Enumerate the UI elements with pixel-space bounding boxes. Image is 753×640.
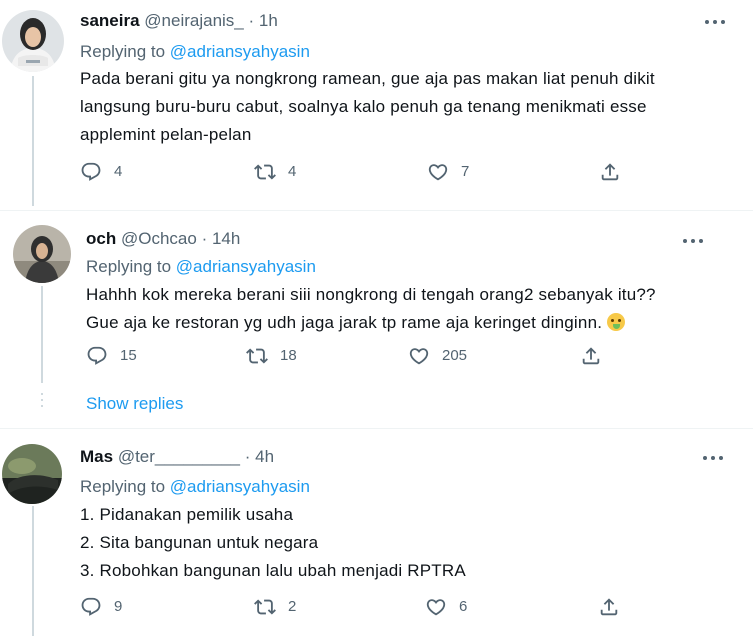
like-button[interactable]: 205 [408, 345, 467, 367]
reply-icon [80, 596, 102, 618]
thread-continuation-dots [41, 393, 43, 411]
like-count: 6 [459, 598, 468, 615]
tweet-text-line: Hahhh kok mereka berani siii nongkrong d… [86, 285, 656, 304]
share-button[interactable] [598, 596, 620, 618]
more-icon[interactable] [683, 237, 707, 245]
timestamp[interactable]: 14h [212, 229, 240, 248]
author-name[interactable]: Mas [80, 447, 113, 466]
mention-link[interactable]: @adriansyahyasin [170, 42, 310, 61]
retweet-count: 4 [288, 163, 297, 180]
retweet-button[interactable]: 2 [254, 596, 296, 618]
separator-dot: · [244, 447, 251, 466]
author-name[interactable]: och [86, 229, 116, 248]
reply-button[interactable]: 15 [86, 345, 137, 367]
author-handle[interactable]: @neirajanis_ [144, 11, 243, 30]
like-button[interactable]: 7 [427, 161, 469, 183]
retweet-icon [254, 161, 276, 183]
reply-button[interactable]: 9 [80, 596, 122, 618]
avatar[interactable] [2, 444, 62, 504]
retweet-count: 2 [288, 598, 297, 615]
author-handle[interactable]: @Ochcao [121, 229, 197, 248]
tweet-text: Pada berani gitu ya nongkrong ramean, gu… [80, 65, 655, 149]
reply-icon [86, 345, 108, 367]
timestamp[interactable]: 4h [255, 447, 274, 466]
retweet-icon [254, 596, 276, 618]
thread-line [32, 506, 34, 636]
tweet-text-line: applemint pelan-pelan [80, 125, 252, 144]
share-button[interactable] [580, 345, 602, 367]
author-handle[interactable]: @ter_________ [118, 447, 240, 466]
drooling-face-emoji [607, 313, 626, 331]
author-name[interactable]: saneira [80, 11, 140, 30]
tweet-text: Hahhh kok mereka berani siii nongkrong d… [86, 281, 656, 337]
avatar[interactable] [13, 225, 71, 283]
more-icon[interactable] [703, 454, 727, 462]
like-button[interactable]: 6 [425, 596, 467, 618]
timestamp[interactable]: 1h [259, 11, 278, 30]
like-count: 7 [461, 163, 470, 180]
separator-dot: · [201, 229, 208, 248]
like-icon [427, 161, 449, 183]
thread-line [41, 286, 43, 383]
reply-icon [80, 161, 102, 183]
mention-link[interactable]: @adriansyahyasin [170, 477, 310, 496]
tweet-text-line: 3. Robohkan bangunan lalu ubah menjadi R… [80, 561, 466, 580]
reply-count: 15 [120, 347, 137, 364]
separator-dot: · [248, 11, 255, 30]
tweet-text-line: 1. Pidanakan pemilik usaha [80, 505, 294, 524]
mention-link[interactable]: @adriansyahyasin [176, 257, 316, 276]
retweet-button[interactable]: 18 [246, 345, 297, 367]
like-count: 205 [442, 347, 468, 364]
reply-count: 4 [114, 163, 123, 180]
reply-button[interactable]: 4 [80, 161, 122, 183]
share-icon [599, 161, 621, 183]
replying-to-label: Replying to [86, 257, 172, 276]
more-icon[interactable] [705, 18, 729, 26]
retweet-button[interactable]: 4 [254, 161, 296, 183]
share-icon [598, 596, 620, 618]
tweet-text-line: Gue aja ke restoran yg udh jaga jarak tp… [86, 313, 603, 332]
tweet-mas[interactable]: Mas @ter_________ · 4h Replying to @adri… [0, 429, 753, 640]
tweet-text: 1. Pidanakan pemilik usaha 2. Sita bangu… [80, 501, 466, 585]
avatar[interactable] [2, 10, 64, 72]
thread-line [32, 76, 34, 206]
replying-to-label: Replying to [80, 477, 166, 496]
share-icon [580, 345, 602, 367]
tweet-text-line: Pada berani gitu ya nongkrong ramean, gu… [80, 69, 655, 88]
like-icon [408, 345, 430, 367]
like-icon [425, 596, 447, 618]
tweet-och[interactable]: och @Ochcao · 14h Replying to @adriansya… [0, 211, 753, 427]
tweet-text-line: 2. Sita bangunan untuk negara [80, 533, 319, 552]
tweet-text-line: langsung buru-buru cabut, soalnya kalo p… [80, 97, 647, 116]
replying-to-label: Replying to [80, 42, 166, 61]
retweet-icon [246, 345, 268, 367]
show-replies-link[interactable]: Show replies [86, 394, 183, 414]
retweet-count: 18 [280, 347, 297, 364]
share-button[interactable] [599, 161, 621, 183]
tweet-saneira[interactable]: saneira @neirajanis_ · 1h Replying to @a… [0, 0, 753, 210]
reply-count: 9 [114, 598, 123, 615]
